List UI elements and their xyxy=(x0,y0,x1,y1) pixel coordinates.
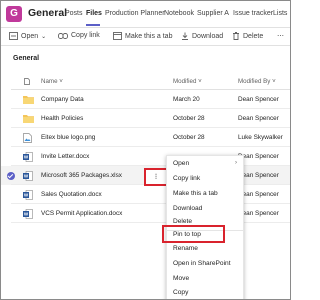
tab-icon xyxy=(113,32,122,40)
sort-icon: ˅ xyxy=(59,78,63,85)
make-tab-button[interactable]: Make this a tab xyxy=(113,32,172,40)
file-row[interactable]: W Invite Letter.docx Dean Spencer xyxy=(1,147,290,166)
file-name[interactable]: Health Policies xyxy=(41,115,83,122)
open-label: Open xyxy=(21,32,39,40)
tab-issue-tracker[interactable]: Issue tracker xyxy=(233,10,273,17)
sort-icon: ˅ xyxy=(198,78,202,85)
tab-supplier-a[interactable]: Supplier A xyxy=(197,10,229,17)
channel-name: General xyxy=(28,7,68,19)
folder-title: General xyxy=(13,55,40,62)
team-avatar[interactable]: G xyxy=(6,6,22,22)
file-modified-by: Dean Spencer xyxy=(238,210,279,217)
file-modified: March 20 xyxy=(173,96,200,103)
menu-item-make-tab[interactable]: Make this a tab xyxy=(173,190,218,197)
link-icon xyxy=(58,32,68,39)
menu-item-download[interactable]: Download xyxy=(173,205,202,212)
column-header-modified-by-label: Modified By xyxy=(238,78,271,85)
file-row[interactable]: Company Data March 20 Dean Spencer xyxy=(1,90,290,109)
file-row[interactable]: Health Policies October 28 Dean Spencer xyxy=(1,109,290,128)
delete-button[interactable]: Delete xyxy=(232,32,263,40)
teams-files-window: G General Posts Files Production Planner… xyxy=(0,0,291,300)
file-name[interactable]: Invite Letter.docx xyxy=(41,153,89,160)
file-name[interactable]: Company Data xyxy=(41,96,84,103)
download-button[interactable]: Download xyxy=(181,32,223,40)
column-header-modified[interactable]: Modified ˅ xyxy=(173,78,202,85)
column-header-name[interactable]: Name ˅ xyxy=(41,78,63,85)
download-icon xyxy=(182,32,188,40)
chevron-right-icon: › xyxy=(235,160,237,166)
copy-link-button[interactable]: Copy link xyxy=(58,32,100,39)
file-name[interactable]: VCS Permit Application.docx xyxy=(41,210,122,217)
make-tab-label: Make this a tab xyxy=(125,32,173,40)
image-file-icon xyxy=(23,133,32,143)
menu-item-move[interactable]: Move xyxy=(173,275,189,282)
file-modified-by: Dean Spencer xyxy=(238,96,279,103)
trash-icon xyxy=(233,32,239,40)
folder-icon xyxy=(23,115,34,123)
menu-item-open[interactable]: Open xyxy=(173,160,189,167)
file-modified: October 28 xyxy=(173,115,205,122)
tab-notebook[interactable]: Notebook xyxy=(164,10,194,17)
menu-item-copy[interactable]: Copy xyxy=(173,289,188,296)
download-label: Download xyxy=(192,32,224,40)
sort-icon: ˅ xyxy=(272,78,276,85)
open-icon xyxy=(9,32,18,40)
file-modified-by: Dean Spencer xyxy=(238,172,279,179)
selected-checkmark-icon[interactable] xyxy=(7,172,15,180)
menu-item-open-in-sharepoint[interactable]: Open in SharePoint xyxy=(173,260,231,267)
menu-item-delete[interactable]: Delete xyxy=(173,218,192,225)
active-tab-indicator xyxy=(86,24,100,26)
more-toolbar-icon[interactable]: ⋯ xyxy=(277,32,284,40)
files-toolbar: Open ⌄ Copy link Make this a tab Downloa… xyxy=(1,28,290,46)
copy-link-label: Copy link xyxy=(71,32,100,39)
tab-files[interactable]: Files xyxy=(86,10,102,17)
file-row[interactable]: Eitex blue logo.png October 28 Luke Skyw… xyxy=(1,128,290,147)
file-name[interactable]: Eitex blue logo.png xyxy=(41,134,95,141)
tab-lists[interactable]: Lists xyxy=(273,10,287,17)
column-header-name-label: Name xyxy=(41,78,58,85)
pin-to-top-highlight xyxy=(162,225,225,243)
file-modified: October 28 xyxy=(173,134,205,141)
word-file-icon: W xyxy=(23,171,33,181)
row-divider xyxy=(11,222,290,223)
file-modified-by: Dean Spencer xyxy=(238,153,279,160)
file-type-header-icon xyxy=(24,78,30,85)
column-header-modified-by[interactable]: Modified By ˅ xyxy=(238,78,276,85)
file-name[interactable]: Sales Quotation.docx xyxy=(41,191,102,198)
menu-item-rename[interactable]: Rename xyxy=(173,245,198,252)
open-button[interactable]: Open ⌄ xyxy=(9,32,46,40)
file-modified-by: Dean Spencer xyxy=(238,191,279,198)
word-file-icon: W xyxy=(23,190,33,200)
folder-icon xyxy=(23,96,34,104)
more-options-button[interactable]: ⁝ xyxy=(144,168,168,186)
chevron-down-icon: ⌄ xyxy=(41,33,47,40)
file-row[interactable]: W VCS Permit Application.docx Dean Spenc… xyxy=(1,204,290,223)
menu-item-copy-link[interactable]: Copy link xyxy=(173,175,200,182)
delete-label: Delete xyxy=(243,32,264,40)
tab-posts[interactable]: Posts xyxy=(65,10,83,17)
word-file-icon: W xyxy=(23,209,33,219)
column-header-modified-label: Modified xyxy=(173,78,197,85)
file-modified-by: Dean Spencer xyxy=(238,115,279,122)
word-file-icon: W xyxy=(23,152,33,162)
channel-header: G General Posts Files Production Planner… xyxy=(1,1,290,28)
file-name[interactable]: Microsoft 365 Packages.xlsx xyxy=(41,172,122,179)
file-row[interactable]: W Sales Quotation.docx Dean Spencer xyxy=(1,185,290,204)
file-modified-by: Luke Skywalker xyxy=(238,134,283,141)
tab-production-planner[interactable]: Production Planner xyxy=(105,10,165,17)
